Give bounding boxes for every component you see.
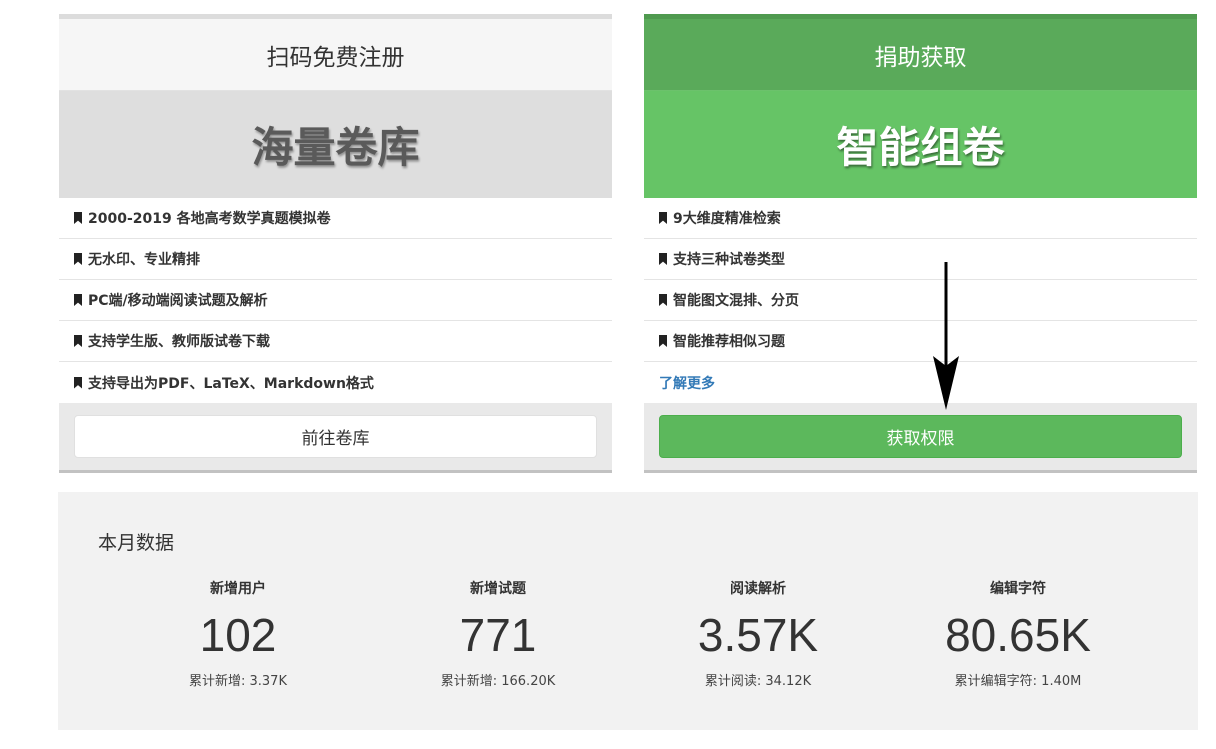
feature-item: 2000-2019 各地高考数学真题模拟卷 <box>59 198 612 239</box>
bookmark-icon <box>74 376 82 389</box>
feature-text: 9大维度精准检索 <box>673 211 781 227</box>
stat-reading: 阅读解析 3.57K 累计阅读: 34.12K <box>628 580 888 689</box>
bookmark-icon <box>74 212 82 224</box>
feature-text: 2000-2019 各地高考数学真题模拟卷 <box>88 211 331 227</box>
feature-item: 支持学生版、教师版试卷下载 <box>59 321 612 362</box>
feature-text: 支持三种试卷类型 <box>673 252 785 268</box>
stat-label: 新增试题 <box>470 581 526 597</box>
feature-list-donate: 9大维度精准检索 支持三种试卷类型 智能图文混排、分页 智能推荐相似习题 了解更… <box>644 198 1197 403</box>
stat-value: 80.65K <box>945 609 1091 661</box>
stat-label: 编辑字符 <box>990 581 1046 597</box>
arrow-down-icon <box>933 262 959 410</box>
panel-header-donate: 捐助获取 <box>644 19 1197 91</box>
bookmark-icon <box>659 335 667 347</box>
feature-text: 智能图文混排、分页 <box>673 293 799 309</box>
stat-cumulative: 累计阅读: 34.12K <box>704 674 812 689</box>
stat-value: 102 <box>199 609 277 661</box>
donation-panel: 捐助获取 智能组卷 9大维度精准检索 支持三种试卷类型 智能图文混排、分页 智能… <box>644 14 1197 473</box>
stat-value: 771 <box>459 609 537 661</box>
panel-hero-smart-paper: 智能组卷 <box>644 91 1197 198</box>
go-to-question-bank-button[interactable]: 前往卷库 <box>74 415 597 458</box>
stat-new-users: 新增用户 102 累计新增: 3.37K <box>108 580 368 689</box>
stat-label: 阅读解析 <box>730 581 786 597</box>
feature-text: PC端/移动端阅读试题及解析 <box>88 293 268 309</box>
bookmark-icon <box>74 335 82 347</box>
feature-item: 支持三种试卷类型 <box>644 239 1197 280</box>
get-permission-button[interactable]: 获取权限 <box>659 415 1182 458</box>
bookmark-icon <box>74 294 82 306</box>
learn-more-item: 了解更多 <box>644 362 1197 403</box>
bookmark-icon <box>659 212 667 224</box>
feature-item: 无水印、专业精排 <box>59 239 612 280</box>
stat-cumulative: 累计新增: 166.20K <box>440 674 556 689</box>
panel-hero-question-bank: 海量卷库 <box>59 91 612 198</box>
stat-cumulative: 累计新增: 3.37K <box>189 674 287 689</box>
feature-item: 智能推荐相似习题 <box>644 321 1197 362</box>
stat-edited-chars: 编辑字符 80.65K 累计编辑字符: 1.40M <box>888 580 1148 689</box>
panel-footer-donate: 获取权限 <box>644 403 1197 470</box>
feature-text: 智能推荐相似习题 <box>673 334 785 350</box>
panel-header-free: 扫码免费注册 <box>59 19 612 91</box>
panel-footer-free: 前往卷库 <box>59 403 612 470</box>
monthly-stats-panel: 本月数据 新增用户 102 累计新增: 3.37K 新增试题 771 累计新增:… <box>58 492 1198 730</box>
feature-item: 支持导出为PDF、LaTeX、Markdown格式 <box>59 362 612 403</box>
bookmark-icon <box>659 253 667 265</box>
feature-list-free: 2000-2019 各地高考数学真题模拟卷 无水印、专业精排 PC端/移动端阅读… <box>59 198 612 403</box>
feature-text: 支持学生版、教师版试卷下载 <box>88 334 270 350</box>
learn-more-link[interactable]: 了解更多 <box>659 373 715 393</box>
stat-label: 新增用户 <box>210 581 266 597</box>
bookmark-icon <box>659 294 667 306</box>
stat-new-questions: 新增试题 771 累计新增: 166.20K <box>368 580 628 689</box>
stats-title: 本月数据 <box>98 532 175 554</box>
feature-text: 无水印、专业精排 <box>88 252 200 268</box>
stat-cumulative: 累计编辑字符: 1.40M <box>954 674 1082 689</box>
free-registration-panel: 扫码免费注册 海量卷库 2000-2019 各地高考数学真题模拟卷 无水印、专业… <box>59 14 612 473</box>
stat-value: 3.57K <box>697 609 819 661</box>
feature-item: 9大维度精准检索 <box>644 198 1197 239</box>
feature-item: PC端/移动端阅读试题及解析 <box>59 280 612 321</box>
feature-item: 智能图文混排、分页 <box>644 280 1197 321</box>
feature-text: 支持导出为PDF、LaTeX、Markdown格式 <box>88 375 374 392</box>
bookmark-icon <box>74 253 82 265</box>
